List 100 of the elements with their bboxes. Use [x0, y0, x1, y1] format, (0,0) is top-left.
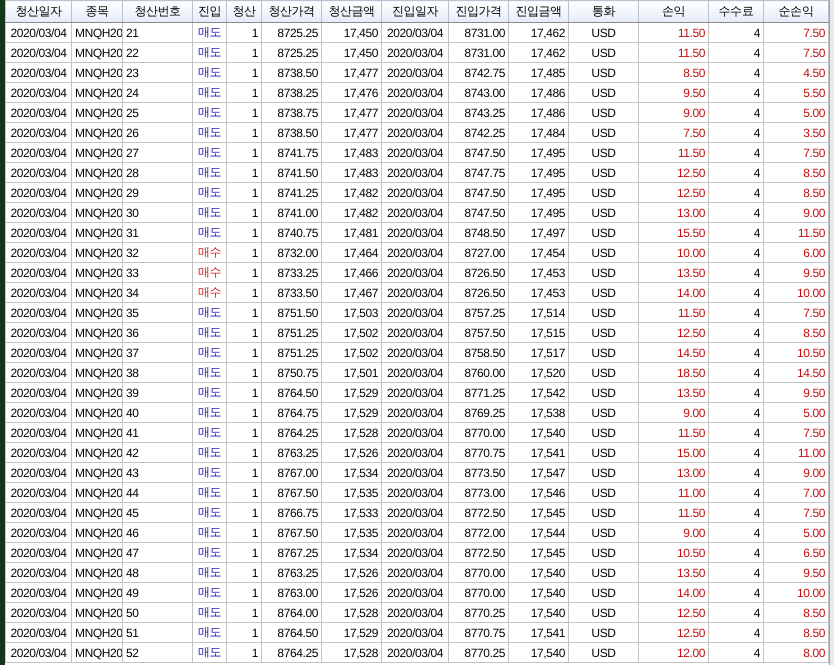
table-cell: USD — [568, 202, 638, 222]
table-cell: 8725.25 — [262, 42, 322, 62]
table-cell: 8770.75 — [448, 442, 508, 462]
table-cell: 4 — [708, 602, 764, 622]
column-header[interactable]: 진입일자 — [382, 0, 448, 22]
table-cell: 2020/03/04 — [382, 422, 448, 442]
table-cell: 8770.25 — [448, 602, 508, 622]
column-header[interactable]: 청산금액 — [322, 0, 382, 22]
table-cell: 44 — [122, 482, 192, 502]
table-cell: 2020/03/04 — [6, 402, 72, 422]
table-cell: 2020/03/04 — [6, 322, 72, 342]
table-cell: 4 — [708, 262, 764, 282]
table-cell: 8751.25 — [262, 342, 322, 362]
table-cell: 매도 — [192, 42, 226, 62]
table-cell: 8747.50 — [448, 142, 508, 162]
table-cell: USD — [568, 162, 638, 182]
table-cell: 11.00 — [638, 482, 708, 502]
table-cell: 8770.00 — [448, 562, 508, 582]
table-cell: 매도 — [192, 602, 226, 622]
table-cell: 8731.00 — [448, 22, 508, 42]
table-cell: 17,464 — [322, 242, 382, 262]
table-cell: 매도 — [192, 162, 226, 182]
table-cell: 4 — [708, 322, 764, 342]
column-header[interactable]: 청산 — [226, 0, 262, 22]
table-cell: 17,540 — [508, 582, 568, 602]
table-cell: 2020/03/04 — [382, 162, 448, 182]
table-cell: 17,495 — [508, 182, 568, 202]
table-cell: USD — [568, 482, 638, 502]
table-cell: 12.00 — [638, 642, 708, 662]
table-cell: 17,501 — [322, 362, 382, 382]
table-cell: 2020/03/04 — [382, 382, 448, 402]
table-cell: 2020/03/04 — [6, 242, 72, 262]
table-cell: 25 — [122, 102, 192, 122]
table-cell: 17,542 — [508, 382, 568, 402]
table-cell: 1 — [226, 522, 262, 542]
table-cell: 17,483 — [322, 162, 382, 182]
table-cell: 4 — [708, 182, 764, 202]
table-cell: 8747.50 — [448, 182, 508, 202]
table-cell: 2020/03/04 — [382, 22, 448, 42]
column-header[interactable]: 진입금액 — [508, 0, 568, 22]
table-cell: 1 — [226, 542, 262, 562]
column-header[interactable]: 진입가격 — [448, 0, 508, 22]
table-cell: 매도 — [192, 182, 226, 202]
table-cell: 17,453 — [508, 262, 568, 282]
table-cell: 21 — [122, 22, 192, 42]
table-cell: 4 — [708, 482, 764, 502]
column-header[interactable]: 청산번호 — [122, 0, 192, 22]
table-cell: 매도 — [192, 122, 226, 142]
table-cell: 4 — [708, 82, 764, 102]
table-cell: 42 — [122, 442, 192, 462]
column-header[interactable]: 종목 — [72, 0, 122, 22]
table-cell: 8733.25 — [262, 262, 322, 282]
table-cell: 17,462 — [508, 22, 568, 42]
table-cell: 1 — [226, 162, 262, 182]
table-cell: 17,477 — [322, 62, 382, 82]
table-cell: 매도 — [192, 642, 226, 662]
table-cell: 2020/03/04 — [6, 42, 72, 62]
table-cell: 매도 — [192, 502, 226, 522]
table-cell: 매수 — [192, 242, 226, 262]
table-cell: 2020/03/04 — [6, 542, 72, 562]
table-cell: 2020/03/04 — [6, 582, 72, 602]
column-header[interactable]: 통화 — [568, 0, 638, 22]
table-cell: 8771.25 — [448, 382, 508, 402]
column-header[interactable]: 손익 — [638, 0, 708, 22]
column-header[interactable]: 청산일자 — [6, 0, 72, 22]
table-cell: 17,546 — [508, 482, 568, 502]
table-cell: 4 — [708, 522, 764, 542]
table-cell: 17,483 — [322, 142, 382, 162]
table-cell: 12.50 — [638, 322, 708, 342]
table-cell: 4 — [708, 582, 764, 602]
table-cell: 9.00 — [638, 522, 708, 542]
table-cell: 2020/03/04 — [6, 102, 72, 122]
table-cell: 2020/03/04 — [382, 82, 448, 102]
table-cell: 매도 — [192, 222, 226, 242]
table-cell: 1 — [226, 22, 262, 42]
table-cell: 17,517 — [508, 342, 568, 362]
table-cell: 8738.25 — [262, 82, 322, 102]
column-header[interactable]: 청산가격 — [262, 0, 322, 22]
column-header[interactable]: 진입 — [192, 0, 226, 22]
column-header[interactable]: 순손익 — [764, 0, 828, 22]
table-cell: 1 — [226, 622, 262, 642]
table-cell: 17,526 — [322, 562, 382, 582]
table-cell: 4 — [708, 122, 764, 142]
table-cell: 2020/03/04 — [6, 22, 72, 42]
table-cell: 2020/03/04 — [382, 442, 448, 462]
table-cell: 2020/03/04 — [382, 622, 448, 642]
table-cell: 17,540 — [508, 422, 568, 442]
table-cell: 2020/03/04 — [382, 522, 448, 542]
table-cell: 17,535 — [322, 522, 382, 542]
table-cell: USD — [568, 42, 638, 62]
table-cell: 2020/03/04 — [6, 202, 72, 222]
table-cell: 2020/03/04 — [6, 282, 72, 302]
column-header[interactable]: 수수료 — [708, 0, 764, 22]
table-cell: 11.50 — [638, 422, 708, 442]
table-cell: 1 — [226, 182, 262, 202]
table-cell: 41 — [122, 422, 192, 442]
table-cell: 17,466 — [322, 262, 382, 282]
table-cell: 13.50 — [638, 262, 708, 282]
table-cell: 15.50 — [638, 222, 708, 242]
table-cell: 8770.75 — [448, 622, 508, 642]
